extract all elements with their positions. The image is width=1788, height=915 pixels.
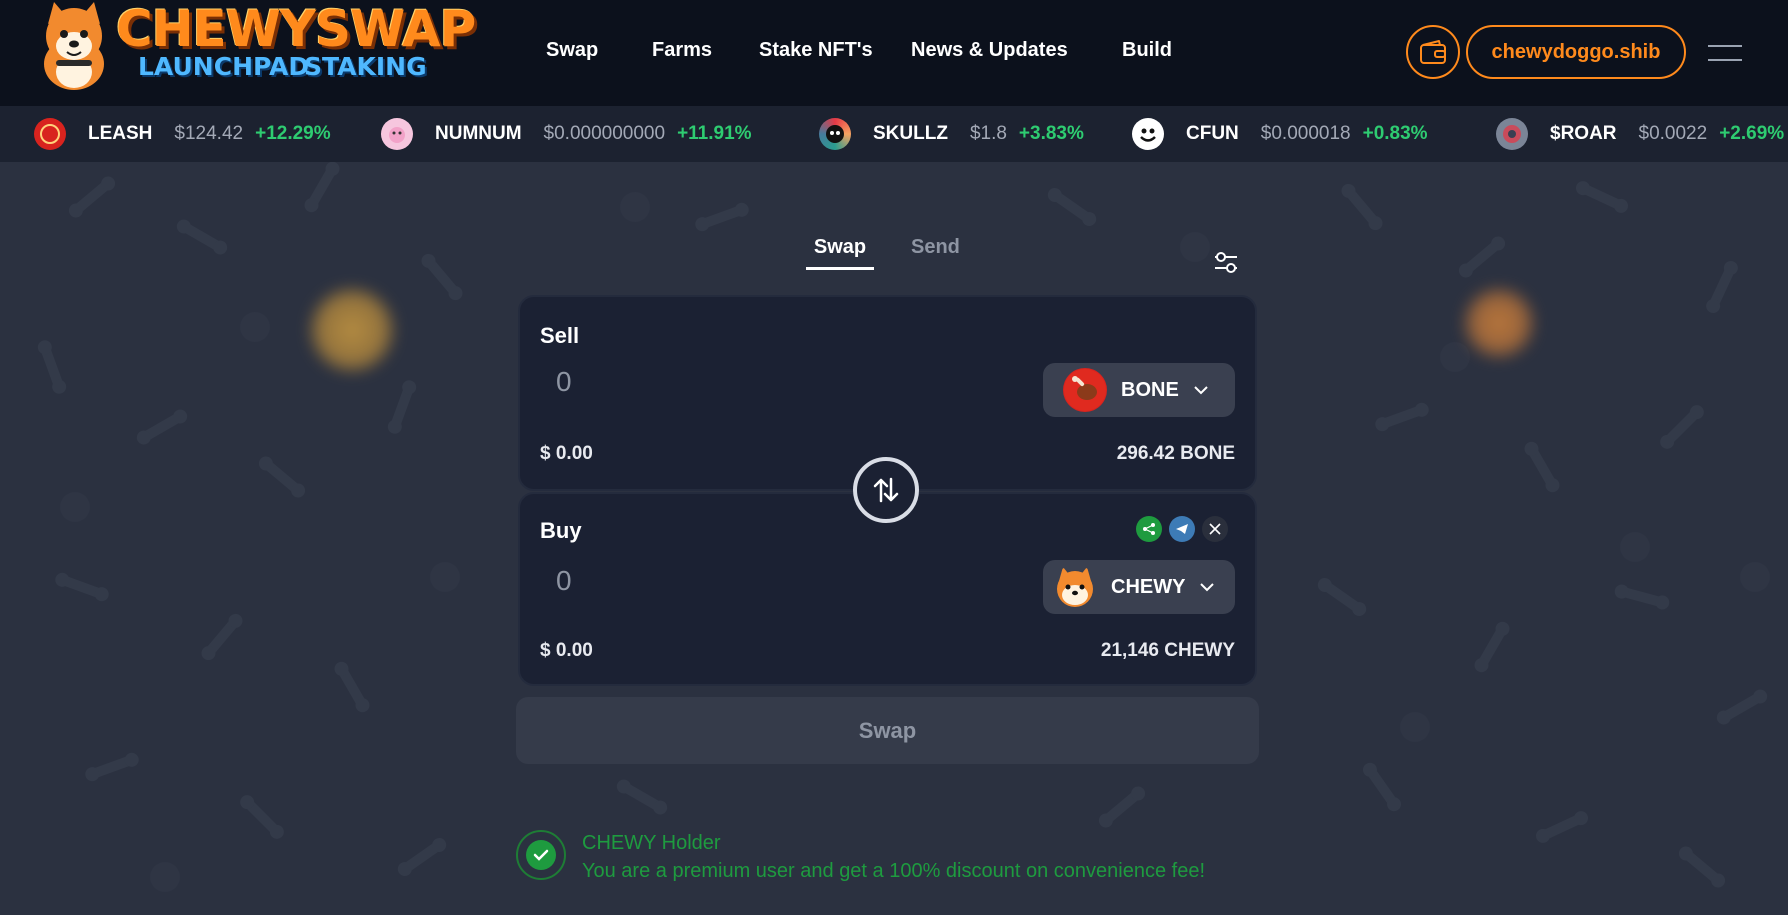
chevron-down-icon <box>1194 386 1208 395</box>
buy-label: Buy <box>540 518 582 543</box>
price-ticker: LEASH $124.42 +12.29% NUMNUM $0.00000000… <box>0 106 1788 162</box>
ticker-change: +0.83% <box>1362 123 1428 144</box>
swap-send-tabs: Swap Send <box>806 236 986 272</box>
ticker-symbol: LEASH <box>88 123 153 144</box>
sell-token-name: BONE <box>1121 378 1179 401</box>
ticker-price: $0.0022 <box>1638 123 1708 144</box>
sell-token-select[interactable]: BONE <box>1043 363 1235 417</box>
ticker-item-roar[interactable]: $ROAR $0.0022 +2.69% <box>1496 106 1784 162</box>
buy-token-select[interactable]: CHEWY <box>1043 560 1235 614</box>
ticker-item-numnum[interactable]: NUMNUM $0.000000000 +11.91% <box>381 106 752 162</box>
ticker-change: +12.29% <box>255 123 331 144</box>
chewy-token-icon <box>1053 565 1097 609</box>
sell-amount-input[interactable] <box>556 359 916 405</box>
ticker-change: +3.83% <box>1018 123 1084 144</box>
buy-token-name: CHEWY <box>1111 575 1186 598</box>
skullz-token-icon <box>819 118 851 150</box>
brand-sub-staking: STAKING <box>304 52 427 81</box>
x-twitter-icon[interactable] <box>1202 516 1228 542</box>
ticker-price: $0.000018 <box>1260 123 1351 144</box>
ticker-price: $124.42 <box>174 123 244 144</box>
sliders-settings-icon <box>1215 252 1237 273</box>
sell-usd-value: $ 0.00 <box>540 443 593 464</box>
nav-stake-nfts[interactable]: Stake NFT's <box>759 39 873 62</box>
buy-balance[interactable]: 21,146 CHEWY <box>1101 640 1235 662</box>
top-navbar: CHEWYSWAP LAUNCHPAD STAKING Swap Farms S… <box>0 0 1788 106</box>
sell-label: Sell <box>540 323 580 348</box>
ticker-change: +11.91% <box>677 123 752 144</box>
buy-amount-input[interactable] <box>556 558 916 604</box>
swap-direction-arrows-icon <box>873 477 899 503</box>
numnum-token-icon <box>381 118 413 150</box>
swap-submit-button[interactable]: Swap <box>516 697 1259 764</box>
nav-news-updates[interactable]: News & Updates <box>911 39 1068 62</box>
ticker-symbol: NUMNUM <box>435 123 522 144</box>
brand-title: CHEWYSWAP <box>116 0 476 58</box>
ticker-price: $0.000000000 <box>543 123 666 144</box>
shiba-mascot-icon <box>44 2 104 90</box>
leash-token-icon <box>34 118 66 150</box>
holder-message: You are a premium user and get a 100% di… <box>582 860 1206 882</box>
ticker-item-cfun[interactable]: CFUN $0.000018 +0.83% <box>1132 106 1428 162</box>
roar-token-icon <box>1496 118 1528 150</box>
ticker-change: +2.69% <box>1719 123 1785 144</box>
check-icon <box>533 849 549 861</box>
nav-swap[interactable]: Swap <box>546 39 598 62</box>
tab-send[interactable]: Send <box>911 236 960 267</box>
buy-usd-value: $ 0.00 <box>540 640 593 661</box>
wallet-button[interactable] <box>1406 25 1460 79</box>
cfun-token-icon <box>1132 118 1164 150</box>
ticker-item-skullz[interactable]: SKULLZ $1.8 +3.83% <box>819 106 1084 162</box>
ticker-item-leash[interactable]: LEASH $124.42 +12.29% <box>34 106 331 162</box>
chewyswap-logo[interactable]: CHEWYSWAP LAUNCHPAD STAKING <box>34 0 476 96</box>
flip-direction-button[interactable] <box>853 457 919 523</box>
brand-sub-launchpad: LAUNCHPAD <box>138 52 310 81</box>
ticker-symbol: SKULLZ <box>873 123 948 144</box>
ticker-symbol: CFUN <box>1186 123 1239 144</box>
holder-status-badge <box>516 830 566 880</box>
share-icon[interactable] <box>1136 516 1162 542</box>
bone-token-icon <box>1063 368 1107 412</box>
telegram-icon[interactable] <box>1169 516 1195 542</box>
tab-swap[interactable]: Swap <box>806 236 874 270</box>
hamburger-menu-icon[interactable] <box>1708 43 1742 63</box>
nav-build[interactable]: Build <box>1122 39 1172 62</box>
chevron-down-icon <box>1200 583 1215 592</box>
settings-button[interactable] <box>1212 248 1240 276</box>
ticker-price: $1.8 <box>969 123 1007 144</box>
holder-title: CHEWY Holder <box>582 832 721 854</box>
account-button[interactable]: chewydoggo.shib <box>1466 25 1686 79</box>
sell-balance[interactable]: 296.42 BONE <box>1117 443 1235 465</box>
nav-farms[interactable]: Farms <box>652 39 712 62</box>
ticker-symbol: $ROAR <box>1550 123 1617 144</box>
wallet-icon <box>1420 40 1446 64</box>
